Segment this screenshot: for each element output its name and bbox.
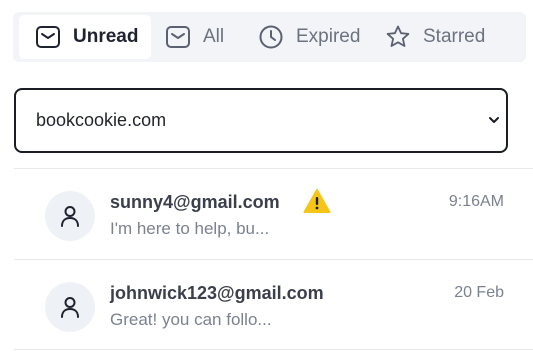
mailbox-tabs: Unread All Expired Starred: [13, 12, 526, 62]
avatar: [45, 191, 95, 241]
tab-unread[interactable]: Unread: [19, 15, 151, 59]
message-preview: Great! you can follo...: [110, 310, 272, 329]
sender-email: sunny4@gmail.com: [110, 192, 280, 212]
message-preview: I'm here to help, bu...: [110, 219, 270, 238]
tab-all-label: All: [203, 26, 225, 47]
tab-all[interactable]: All: [165, 15, 235, 59]
list-item[interactable]: johnwick123@gmail.com Great! you can fol…: [14, 259, 533, 350]
domain-select[interactable]: bookcookie.com: [14, 88, 508, 153]
sender-email: johnwick123@gmail.com: [110, 283, 324, 303]
tab-expired[interactable]: Expired: [258, 15, 368, 59]
tab-expired-label: Expired: [296, 26, 361, 47]
message-list: sunny4@gmail.com I'm here to help, bu...…: [14, 168, 533, 350]
envelope-icon: [35, 24, 61, 50]
tab-unread-label: Unread: [73, 26, 139, 47]
avatar: [45, 282, 95, 332]
envelope-icon: [165, 24, 191, 50]
clock-icon: [258, 24, 284, 50]
tab-starred[interactable]: Starred: [385, 15, 505, 59]
list-item[interactable]: sunny4@gmail.com I'm here to help, bu...…: [14, 168, 533, 259]
star-icon: [385, 24, 411, 50]
message-time: 9:16AM: [448, 193, 504, 210]
user-icon: [61, 297, 79, 318]
message-time: 20 Feb: [454, 284, 504, 301]
tab-starred-label: Starred: [423, 26, 486, 47]
domain-select-value: bookcookie.com: [36, 110, 167, 130]
warning-icon: [303, 189, 331, 213]
user-icon: [61, 206, 79, 227]
chevron-down-icon: [489, 117, 499, 123]
